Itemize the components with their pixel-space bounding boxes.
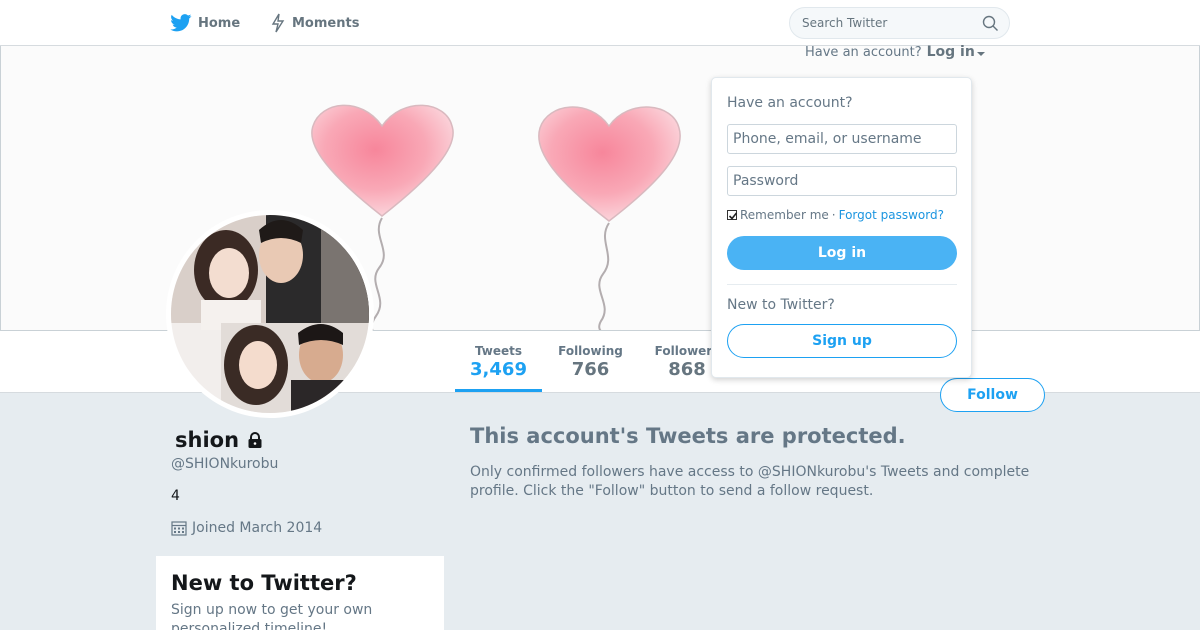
profile-joined: Joined March 2014	[171, 520, 322, 536]
profile-name: shion	[171, 428, 263, 452]
top-navigation: Home Moments	[0, 0, 1200, 46]
calendar-icon	[171, 521, 187, 536]
remember-me-label[interactable]: Remember me	[740, 208, 829, 222]
signup-button[interactable]: Sign up	[727, 324, 957, 358]
login-toggle-label: Log in	[926, 44, 975, 60]
profile-joined-text: Joined March 2014	[192, 520, 323, 536]
profile-bio: 4	[171, 488, 180, 504]
twitter-bird-icon	[170, 14, 192, 32]
remember-row: Remember me · Forgot password?	[727, 208, 944, 222]
new-to-twitter-label: New to Twitter?	[727, 297, 835, 313]
stat-tweets-label: Tweets	[474, 344, 523, 358]
lightning-bolt-icon	[271, 13, 285, 33]
login-dropdown: Have an account? Remember me · Forgot pa…	[711, 77, 972, 378]
remember-me-checkbox[interactable]	[727, 210, 738, 220]
nav-moments[interactable]: Moments	[270, 0, 359, 46]
signup-card: New to Twitter? Sign up now to get your …	[156, 556, 444, 630]
follow-button[interactable]: Follow	[940, 378, 1045, 412]
stat-following-value: 766	[571, 359, 610, 380]
search-icon[interactable]	[982, 15, 999, 32]
stat-following[interactable]: Following 766	[553, 331, 628, 392]
login-button[interactable]: Log in	[727, 236, 957, 270]
stat-tweets-value: 3,469	[470, 359, 527, 380]
stat-following-label: Following	[558, 344, 623, 358]
dropdown-title: Have an account?	[727, 95, 853, 111]
checkmark-icon	[728, 212, 738, 220]
nav-moments-label: Moments	[292, 15, 360, 31]
stat-tweets[interactable]: Tweets 3,469	[455, 331, 542, 392]
protected-title: This account's Tweets are protected.	[470, 424, 906, 448]
have-account-header: Have an account? Log in	[805, 44, 985, 60]
separator-dot: ·	[831, 208, 836, 222]
signup-card-title: New to Twitter?	[171, 571, 357, 595]
login-dropdown-toggle[interactable]: Log in	[927, 44, 985, 60]
signup-card-text: Sign up now to get your own personalized…	[171, 602, 373, 630]
username-field[interactable]	[727, 124, 957, 154]
avatar[interactable]	[166, 210, 374, 418]
profile-screen-name[interactable]: @SHIONkurobu	[171, 456, 278, 472]
protected-text: Only confirmed followers have access to …	[470, 464, 1030, 499]
profile-display-name: shion	[175, 428, 240, 452]
search-box	[789, 7, 1010, 39]
have-account-prompt: Have an account?	[805, 44, 922, 60]
forgot-password-link[interactable]: Forgot password?	[839, 208, 944, 222]
password-field[interactable]	[727, 166, 957, 196]
nav-home-label: Home	[198, 15, 241, 31]
search-input[interactable]	[790, 8, 970, 38]
dropdown-divider	[727, 284, 957, 285]
avatar-photo	[171, 215, 369, 413]
caret-down-icon	[976, 52, 985, 56]
nav-home[interactable]: Home	[170, 0, 240, 46]
lock-icon	[248, 431, 262, 448]
